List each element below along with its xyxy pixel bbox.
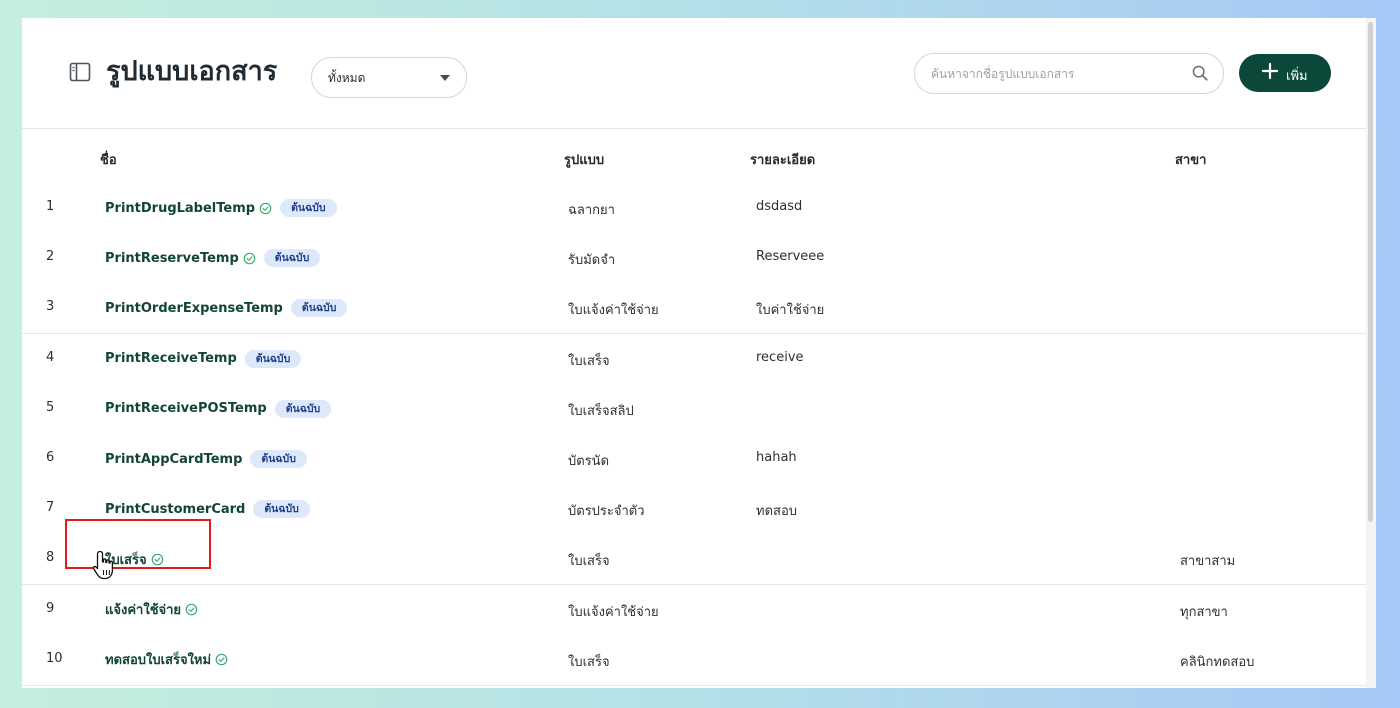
detail-cell: hahah [756,450,797,465]
template-name-link[interactable]: PrintOrderExpenseTemp [105,301,283,316]
table-row[interactable]: 1 PrintDrugLabelTemp ต้นฉบับ ฉลากยา dsdasd [22,183,1372,234]
hand-pointer-icon [92,550,114,580]
table-row[interactable]: 10 ทดสอบใบเสร็จใหม่ ใบเสร็จ คลินิกทดสอบ [22,634,1372,686]
original-badge: ต้นฉบับ [250,450,307,468]
column-header-name[interactable]: ชื่อ [100,149,117,170]
row-index: 2 [46,249,55,265]
template-name-link[interactable]: แจ้งค่าใช้จ่าย [105,599,181,620]
name-cell: PrintOrderExpenseTemp ต้นฉบับ [105,298,348,318]
name-cell: แจ้งค่าใช้จ่าย [105,600,198,620]
format-cell: รับมัดจำ [568,253,616,269]
template-name-link[interactable]: ทดสอบใบเสร็จใหม่ [105,649,211,670]
vertical-scrollbar[interactable] [1366,18,1376,688]
template-name-link[interactable]: PrintReceiveTemp [105,351,237,366]
document-templates-panel: รูปแบบเอกสาร ทั้งหมด เพิ่ม ชื่อ รูปแบบ ร… [22,18,1372,688]
column-header-branch[interactable]: สาขา [1175,149,1206,170]
table-row[interactable]: 9 แจ้งค่าใช้จ่าย ใบแจ้งค่าใช้จ่าย ทุกสาขา [22,584,1372,636]
template-name-link[interactable]: PrintReserveTemp [105,251,239,266]
check-circle-icon [215,653,228,666]
row-index: 5 [46,399,55,415]
page-header: รูปแบบเอกสาร ทั้งหมด เพิ่ม [22,18,1372,128]
add-button-label: เพิ่ม [1286,69,1308,84]
sidebar-panel-icon[interactable] [68,60,92,84]
add-button[interactable]: เพิ่ม [1239,54,1331,92]
original-badge: ต้นฉบับ [280,199,337,217]
row-index: 10 [46,650,63,666]
format-cell: ใบเสร็จ [568,353,610,369]
original-badge: ต้นฉบับ [253,500,310,519]
name-cell: PrintAppCardTemp ต้นฉบับ [105,449,307,469]
template-name-link[interactable]: PrintDrugLabelTemp [105,201,255,216]
branch-cell: คลินิกทดสอบ [1180,654,1255,670]
table-row[interactable]: 8 ใบเสร็จ ใบเสร็จ สาขาสาม [22,534,1372,586]
scrollbar-thumb[interactable] [1368,22,1373,522]
row-index: 8 [46,550,55,566]
template-name-link[interactable]: PrintCustomerCard [105,502,245,517]
column-header-detail[interactable]: รายละเอียด [750,149,815,170]
format-cell: บัตรนัด [568,454,610,469]
branch-cell: สาขาสาม [1180,554,1236,570]
detail-cell: receive [756,349,804,365]
table-row[interactable]: 6 PrintAppCardTemp ต้นฉบับ บัตรนัด hahah [22,434,1372,485]
branch-cell: ทุกสาขา [1180,604,1228,620]
original-badge: ต้นฉบับ [290,299,348,318]
format-cell: ใบแจ้งค่าใช้จ่าย [568,303,659,319]
filter-dropdown[interactable]: ทั้งหมด [311,57,467,98]
table-row[interactable]: 2 PrintReserveTemp ต้นฉบับ รับมัดจำ Reservee… [22,233,1372,285]
plus-icon [1261,62,1279,80]
template-name-link[interactable]: PrintAppCardTemp [105,452,242,467]
table-header: ชื่อ รูปแบบ รายละเอียด สาขา [22,128,1372,185]
row-index: 4 [46,349,55,365]
original-badge: ต้นฉบับ [263,249,321,268]
search-input[interactable] [929,62,1183,86]
row-index: 7 [46,500,55,516]
page-title: รูปแบบเอกสาร [106,56,278,87]
check-circle-icon [259,202,272,214]
format-cell: ใบเสร็จสลิป [568,403,634,419]
name-cell: PrintReceivePOSTemp ต้นฉบับ [105,399,332,419]
format-cell: ฉลากยา [568,203,615,218]
original-badge: ต้นฉบับ [244,349,302,368]
filter-selected-value: ทั้งหมด [328,71,366,85]
format-cell: ใบเสร็จ [568,654,610,670]
search-icon[interactable] [1191,64,1209,82]
row-index: 1 [46,199,55,214]
name-cell: PrintReceiveTemp ต้นฉบับ [105,349,302,369]
chevron-down-icon [440,75,450,81]
row-index: 3 [46,299,55,315]
table-row[interactable]: 4 PrintReceiveTemp ต้นฉบับ ใบเสร็จ receive [22,333,1372,385]
detail-cell: Reserveee [756,249,825,265]
row-index: 9 [46,600,55,616]
format-cell: ใบแจ้งค่าใช้จ่าย [568,604,659,620]
template-name-link[interactable]: PrintReceivePOSTemp [105,401,267,416]
row-index: 6 [46,450,55,465]
name-cell: PrintCustomerCard ต้นฉบับ [105,499,310,519]
detail-cell: dsdasd [756,199,803,214]
format-cell: ใบเสร็จ [568,554,610,570]
highlight-annotation [65,519,211,569]
name-cell: ทดสอบใบเสร็จใหม่ [105,650,228,670]
original-badge: ต้นฉบับ [274,399,332,418]
table-row[interactable]: 5 PrintReceivePOSTemp ต้นฉบับ ใบเสร็จสลิป [22,383,1372,435]
column-header-format[interactable]: รูปแบบ [564,149,604,170]
detail-cell: ทดสอบ [756,504,798,520]
check-circle-icon [185,603,198,616]
format-cell: บัตรประจำตัว [568,504,645,520]
name-cell: PrintDrugLabelTemp ต้นฉบับ [105,198,337,218]
table-row[interactable]: 7 PrintCustomerCard ต้นฉบับ บัตรประจำตัว ทดส… [22,484,1372,536]
search-box [914,53,1224,94]
detail-cell: ใบค่าใช้จ่าย [756,303,825,319]
check-circle-icon [243,252,256,264]
table-row[interactable]: 3 PrintOrderExpenseTemp ต้นฉบับ ใบแจ้งค่าใช… [22,283,1372,335]
name-cell: PrintReserveTemp ต้นฉบับ [105,248,321,268]
